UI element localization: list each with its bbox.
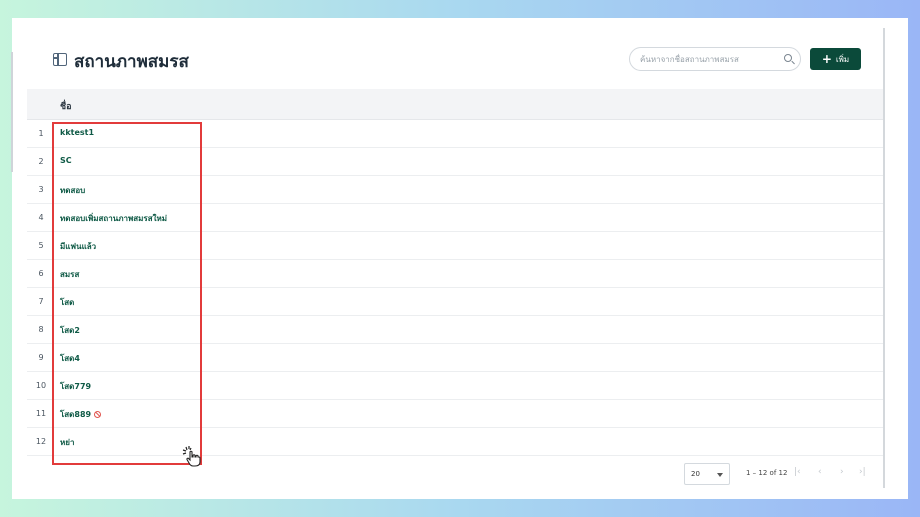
previous-page-button[interactable]: ‹: [818, 467, 822, 477]
row-number: 12: [35, 437, 47, 446]
right-scrollbar[interactable]: [883, 28, 885, 488]
row-number: 11: [35, 409, 47, 418]
column-header-name[interactable]: ชื่อ: [60, 99, 72, 113]
row-number: 5: [38, 241, 44, 250]
chevron-down-icon: [717, 473, 723, 477]
pointer-hand-cursor-icon: [182, 446, 201, 467]
first-page-button[interactable]: |‹: [794, 467, 801, 477]
row-number: 1: [38, 129, 44, 138]
row-number: 9: [38, 353, 44, 362]
next-page-button[interactable]: ›: [840, 467, 844, 477]
row-number: 6: [38, 269, 44, 278]
add-button-label: เพิ่ม: [835, 54, 850, 64]
plus-icon: +: [821, 52, 832, 66]
add-button[interactable]: + เพิ่ม: [810, 48, 861, 70]
row-number: 7: [38, 297, 44, 306]
pagination-range: 1 – 12 of 12: [746, 469, 788, 477]
page-size-select[interactable]: 20: [684, 463, 730, 485]
highlight-annotation: [52, 122, 202, 465]
page-size-value: 20: [691, 470, 700, 478]
search-input[interactable]: [640, 51, 778, 67]
last-page-button[interactable]: ›|: [859, 467, 866, 477]
search-icon[interactable]: [784, 54, 792, 62]
search-box[interactable]: [629, 47, 801, 71]
row-number: 4: [38, 213, 44, 222]
sidebar-panel-icon[interactable]: [53, 53, 67, 66]
row-number: 2: [38, 157, 44, 166]
row-number: 10: [35, 381, 47, 390]
row-number: 3: [38, 185, 44, 194]
page-title: สถานภาพสมรส: [74, 52, 189, 72]
table-header: ชื่อ: [27, 89, 883, 120]
row-number: 8: [38, 325, 44, 334]
left-scrollbar[interactable]: [11, 52, 13, 172]
